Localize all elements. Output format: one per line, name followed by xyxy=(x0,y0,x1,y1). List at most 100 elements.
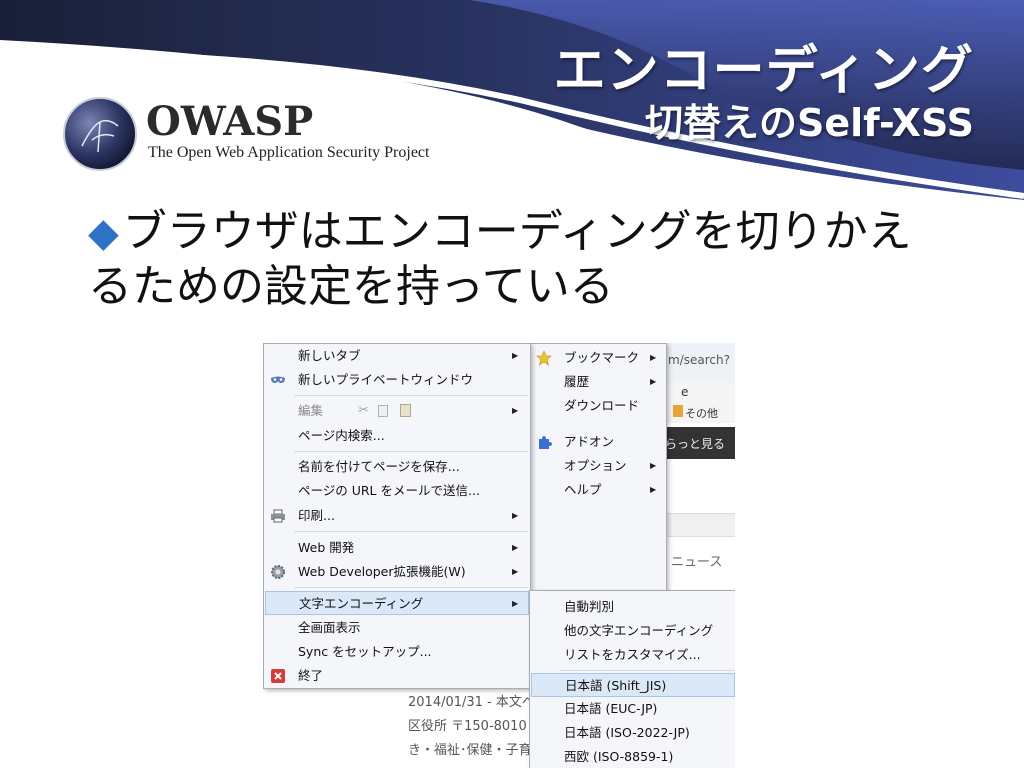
menu-item-save-page[interactable]: 名前を付けてページを保存... xyxy=(264,455,530,479)
owasp-logo: OWASP The Open Web Application Security … xyxy=(62,96,462,176)
exit-icon xyxy=(271,669,285,683)
menu-item-label: 自動判別 xyxy=(564,599,615,614)
menu-item-web-dev[interactable]: Web 開発 ▶ xyxy=(264,536,530,560)
menu-item-email-link[interactable]: ページの URL をメールで送信... xyxy=(264,479,530,503)
bullet-point: ◆ブラウザはエンコーディングを切りかえるための設定を持っている xyxy=(88,205,948,314)
menu-item-label: ページ内検索... xyxy=(298,428,385,443)
menu-item-label: 名前を付けてページを保存... xyxy=(298,459,460,474)
toolbar-e: e xyxy=(681,385,689,399)
star-icon xyxy=(536,350,552,366)
copy-icon xyxy=(378,405,388,417)
menu-item-label: 他の文字エンコーディング xyxy=(564,623,714,638)
menu-item-help[interactable]: ヘルプ ▶ xyxy=(530,478,666,502)
firefox-menu-main: 新しいタブ ▶ 新しいプライベートウィンドウ 編集 ✂ ▶ ページ内検索... … xyxy=(263,343,531,689)
menu-item-private-window[interactable]: 新しいプライベートウィンドウ xyxy=(264,368,530,392)
menu-item-label: 終了 xyxy=(298,668,324,683)
menu-item-label: 新しいプライベートウィンドウ xyxy=(298,372,474,387)
menu-item-text-encoding[interactable]: 文字エンコーディング ▶ xyxy=(265,591,529,615)
menu-item-addons[interactable]: アドオン xyxy=(530,430,666,454)
menu-item-sync-setup[interactable]: Sync をセットアップ... xyxy=(264,640,530,664)
printer-icon xyxy=(271,509,285,523)
menu-item-exit[interactable]: 終了 xyxy=(264,664,530,688)
menu-item-label: Web 開発 xyxy=(298,540,355,555)
encoding-item-auto-detect[interactable]: 自動判別 xyxy=(530,595,735,619)
menu-separator xyxy=(294,531,528,532)
more-link[interactable]: らっと見る xyxy=(665,435,725,452)
submenu-arrow-icon: ▶ xyxy=(512,351,519,360)
paste-icon xyxy=(400,404,411,417)
encoding-item-other[interactable]: 他の文字エンコーディング xyxy=(530,619,735,643)
menu-item-label: 文字エンコーディング xyxy=(299,596,424,611)
encoding-submenu: 自動判別 他の文字エンコーディング リストをカスタマイズ... 日本語 (Shi… xyxy=(529,590,735,768)
menu-separator xyxy=(294,395,528,396)
menu-item-find-in-page[interactable]: ページ内検索... xyxy=(264,424,530,448)
menu-separator xyxy=(294,451,528,452)
bookmarks-toolbar: e その他 xyxy=(663,383,735,423)
browser-menu-screenshot: m/search? e その他 らっと見る ニュース 2014/01/31 - … xyxy=(263,343,735,768)
logo-name: OWASP xyxy=(146,98,314,145)
menu-item-label: 日本語 (Shift_JIS) xyxy=(565,678,667,693)
slide-title-line2: 切替えのSelf-XSS xyxy=(644,101,974,145)
address-bar-area: m/search? xyxy=(663,343,735,383)
encoding-item-iso-2022-jp[interactable]: 日本語 (ISO-2022-JP) xyxy=(530,721,735,745)
cut-icon: ✂ xyxy=(358,403,369,418)
menu-item-label: 西欧 (ISO-8859-1) xyxy=(564,749,674,764)
menu-item-options[interactable]: オプション ▶ xyxy=(530,454,666,478)
firefox-menu-right-panel: ブックマーク ▶ 履歴 ▶ ダウンロード アドオン オプション ▶ ヘルプ ▶ xyxy=(529,343,667,593)
encoding-item-shift-jis[interactable]: 日本語 (Shift_JIS) xyxy=(531,673,735,697)
owasp-globe-icon xyxy=(63,97,137,171)
menu-item-label: 日本語 (ISO-2022-JP) xyxy=(564,725,690,740)
menu-item-bookmarks[interactable]: ブックマーク ▶ xyxy=(530,346,666,370)
menu-item-label: アドオン xyxy=(564,434,615,449)
folder-icon xyxy=(673,405,683,417)
menu-item-label: 履歴 xyxy=(564,374,590,389)
mask-icon xyxy=(271,376,285,383)
menu-item-new-tab[interactable]: 新しいタブ ▶ xyxy=(264,344,530,368)
menu-item-downloads[interactable]: ダウンロード xyxy=(530,394,666,418)
submenu-arrow-icon: ▶ xyxy=(650,353,657,362)
logo-subtitle: The Open Web Application Security Projec… xyxy=(148,144,430,161)
tab-strip xyxy=(663,513,735,537)
menu-separator xyxy=(294,587,528,588)
encoding-item-euc-jp[interactable]: 日本語 (EUC-JP) xyxy=(530,697,735,721)
menu-item-label: Sync をセットアップ... xyxy=(298,644,432,659)
menu-item-history[interactable]: 履歴 ▶ xyxy=(530,370,666,394)
news-label[interactable]: ニュース xyxy=(671,551,722,570)
gear-icon xyxy=(271,565,285,579)
encoding-item-customize[interactable]: リストをカスタマイズ... xyxy=(530,643,735,667)
menu-item-label: ダウンロード xyxy=(564,398,640,413)
submenu-arrow-icon: ▶ xyxy=(512,511,519,520)
menu-item-label: 日本語 (EUC-JP) xyxy=(564,701,658,716)
submenu-arrow-icon: ▶ xyxy=(650,461,657,470)
page-text-line2: 区役所 〒150-8010 xyxy=(408,719,527,734)
menu-item-label: 編集 xyxy=(298,403,324,418)
menu-item-fullscreen[interactable]: 全画面表示 xyxy=(264,616,530,640)
menu-item-label: リストをカスタマイズ... xyxy=(564,647,701,662)
url-fragment: m/search? xyxy=(668,353,730,367)
submenu-arrow-icon: ▶ xyxy=(512,599,519,608)
menu-item-label: Web Developer拡張機能(W) xyxy=(298,564,466,579)
menu-item-label: ヘルプ xyxy=(564,482,602,497)
submenu-arrow-icon: ▶ xyxy=(650,377,657,386)
menu-item-edit[interactable]: 編集 ✂ ▶ xyxy=(264,399,530,423)
submenu-arrow-icon: ▶ xyxy=(650,485,657,494)
page-text-line1: 2014/01/31 - 本文へ xyxy=(408,695,535,710)
menu-item-label: 新しいタブ xyxy=(298,348,361,363)
menu-item-label: ページの URL をメールで送信... xyxy=(298,483,480,498)
submenu-arrow-icon: ▶ xyxy=(512,406,519,415)
submenu-arrow-icon: ▶ xyxy=(512,543,519,552)
encoding-item-iso-8859-1[interactable]: 西欧 (ISO-8859-1) xyxy=(530,745,735,768)
diamond-bullet-icon: ◆ xyxy=(88,210,119,256)
menu-item-label: ブックマーク xyxy=(564,350,640,365)
bullet-text: ブラウザはエンコーディングを切りかえるための設定を持っている xyxy=(88,206,912,312)
toolbar-more[interactable]: その他 xyxy=(685,405,718,421)
puzzle-icon xyxy=(539,436,552,449)
dark-nav-bar: らっと見る xyxy=(663,427,735,459)
page-text-line3: き・福祉･保健・子育 xyxy=(408,743,532,758)
menu-item-print[interactable]: 印刷... ▶ xyxy=(264,504,530,528)
menu-item-web-developer-ext[interactable]: Web Developer拡張機能(W) ▶ xyxy=(264,560,530,584)
menu-item-label: オプション xyxy=(564,458,627,473)
submenu-arrow-icon: ▶ xyxy=(512,567,519,576)
menu-item-label: 印刷... xyxy=(298,508,335,523)
menu-item-label: 全画面表示 xyxy=(298,620,361,635)
